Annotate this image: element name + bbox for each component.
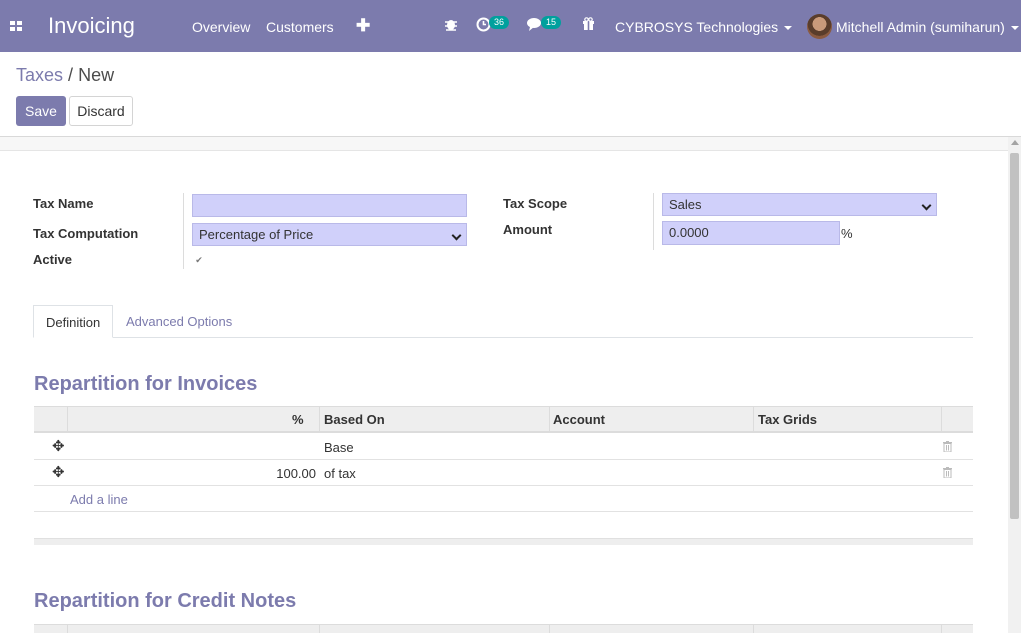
chevron-down-icon [1010, 26, 1019, 31]
chevron-down-icon [784, 26, 793, 31]
column-separator [753, 407, 754, 432]
company-switcher[interactable]: CYBROSYS Technologies [615, 19, 793, 35]
table-header: % Based On Account Tax Grids [34, 406, 973, 433]
messages-count-badge: 15 [541, 16, 562, 29]
trash-icon[interactable] [943, 441, 952, 452]
table-row[interactable]: ✥ 100.00 of tax [34, 460, 973, 486]
tax-scope-select[interactable]: Sales [662, 193, 937, 216]
column-header-tax-grids[interactable]: Tax Grids [758, 412, 817, 427]
breadcrumb: Taxes / New [16, 65, 114, 86]
bug-icon[interactable] [444, 17, 458, 34]
tab-advanced-options[interactable]: Advanced Options [114, 305, 244, 338]
apps-grid-icon[interactable] [10, 21, 22, 31]
invoices-section-title: Repartition for Invoices [34, 373, 258, 395]
activity-count-badge: 36 [489, 16, 510, 29]
scroll-up-arrow-icon[interactable] [1010, 140, 1019, 145]
column-separator [941, 625, 942, 633]
tax-computation-value: Percentage of Price [199, 227, 314, 242]
discard-button[interactable]: Discard [69, 96, 133, 126]
tax-name-input[interactable] [192, 194, 467, 217]
column-header-based-on[interactable]: Based On [324, 412, 385, 427]
user-menu[interactable]: Mitchell Admin (sumiharun) [836, 19, 1019, 35]
menu-overview[interactable]: Overview [192, 19, 250, 35]
gift-icon[interactable] [582, 17, 595, 33]
form-sheet-top [0, 137, 1008, 151]
active-label: Active [33, 252, 73, 267]
table-row[interactable]: ✥ Base [34, 434, 973, 460]
column-separator [549, 625, 550, 633]
tax-computation-select[interactable]: Percentage of Price [192, 223, 467, 246]
drag-handle-icon[interactable]: ✥ [52, 439, 65, 454]
breadcrumb-taxes-link[interactable]: Taxes [16, 65, 63, 85]
column-separator [753, 625, 754, 633]
menu-customers[interactable]: Customers [266, 19, 334, 35]
column-separator [67, 407, 68, 432]
add-line-link[interactable]: Add a line [70, 492, 128, 507]
left-group-separator [183, 193, 184, 269]
column-separator [319, 625, 320, 633]
column-header-account[interactable]: Account [553, 412, 605, 427]
tax-name-label: Tax Name [33, 196, 94, 211]
credit-notes-repartition-table [34, 624, 973, 633]
tab-definition[interactable]: Definition [33, 305, 114, 338]
company-name: CYBROSYS Technologies [615, 19, 779, 35]
tax-computation-label: Tax Computation [33, 226, 139, 241]
column-separator [67, 625, 68, 633]
table-footer-bar [34, 538, 973, 545]
column-separator [941, 407, 942, 432]
amount-label: Amount [503, 222, 553, 237]
right-group-separator [653, 193, 654, 250]
column-separator [319, 407, 320, 432]
amount-input[interactable]: 0.0000 [662, 221, 840, 245]
drag-handle-icon[interactable]: ✥ [52, 465, 65, 480]
breadcrumb-separator: / [68, 65, 74, 85]
tax-scope-value: Sales [669, 197, 702, 212]
breadcrumb-current: New [78, 65, 115, 85]
tax-scope-label: Tax Scope [503, 196, 568, 211]
scrollbar-thumb[interactable] [1010, 153, 1019, 519]
row-based-on: Base [324, 440, 354, 455]
column-header-percent[interactable]: % [292, 412, 304, 427]
amount-unit: % [841, 226, 853, 241]
add-line-row: Add a line [34, 486, 973, 512]
active-checkbox[interactable]: ✔ [194, 255, 204, 265]
table-header [34, 624, 973, 633]
top-navbar: Invoicing Overview Customers ✚ 36 15 CYB… [0, 0, 1021, 52]
row-percent: 100.00 [276, 466, 316, 481]
column-separator [549, 407, 550, 432]
row-based-on: of tax [324, 466, 356, 481]
save-button[interactable]: Save [16, 96, 66, 126]
user-name: Mitchell Admin (sumiharun) [836, 19, 1005, 35]
trash-icon[interactable] [943, 467, 952, 478]
plus-icon[interactable]: ✚ [356, 16, 370, 36]
credit-notes-section-title: Repartition for Credit Notes [34, 590, 297, 612]
app-brand[interactable]: Invoicing [48, 13, 135, 39]
chevron-down-icon [451, 230, 462, 241]
user-avatar[interactable] [807, 14, 832, 39]
chevron-down-icon [921, 200, 932, 211]
